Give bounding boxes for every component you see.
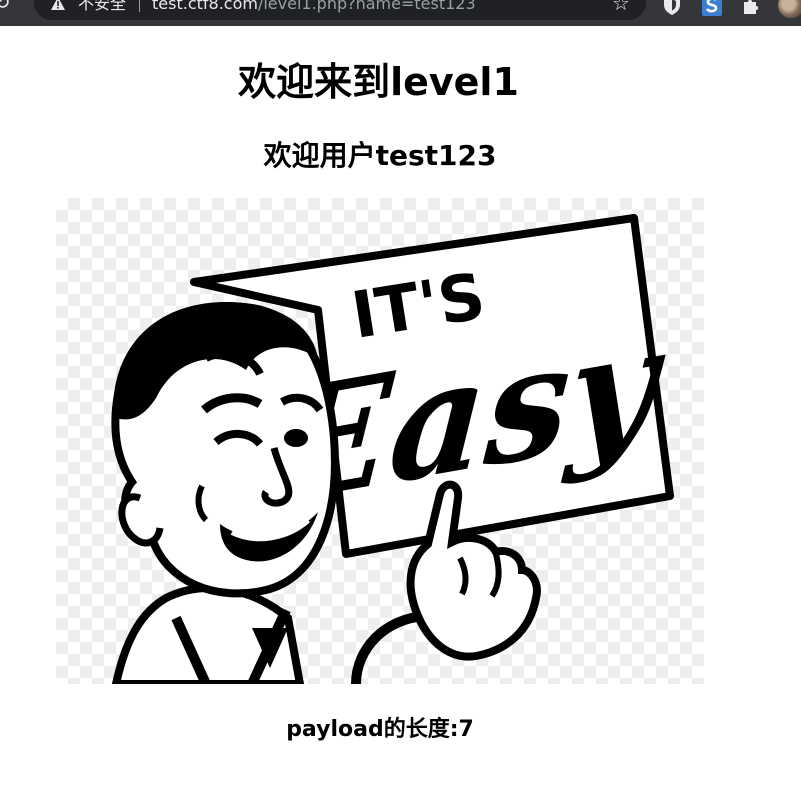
reload-icon[interactable]: ↻ <box>0 0 18 14</box>
bookmark-star-icon[interactable]: ☆ <box>612 0 630 15</box>
url-path: /level1.php?name=test123 <box>257 0 476 13</box>
security-status-label[interactable]: 不安全 <box>78 0 126 14</box>
address-bar-separator <box>139 0 140 12</box>
payload-length-text: payload的长度:7 <box>286 717 474 742</box>
shield-extension-icon[interactable] <box>662 0 682 16</box>
welcome-user-heading: 欢迎用户test123 <box>263 139 497 172</box>
puzzle-extensions-icon[interactable] <box>741 0 761 16</box>
warning-icon[interactable] <box>50 0 66 12</box>
url-host: test.ctf8.com <box>152 0 258 13</box>
page-title: 欢迎来到level1 <box>238 60 519 104</box>
its-easy-image: IT'S Easy <box>56 198 704 684</box>
s-extension-icon[interactable] <box>702 0 722 16</box>
browser-toolbar: ↻ 不安全 test.ctf8.com/level1.php?name=test… <box>0 0 801 26</box>
profile-avatar[interactable] <box>778 0 801 18</box>
url-text[interactable]: test.ctf8.com/level1.php?name=test123 <box>152 0 476 14</box>
